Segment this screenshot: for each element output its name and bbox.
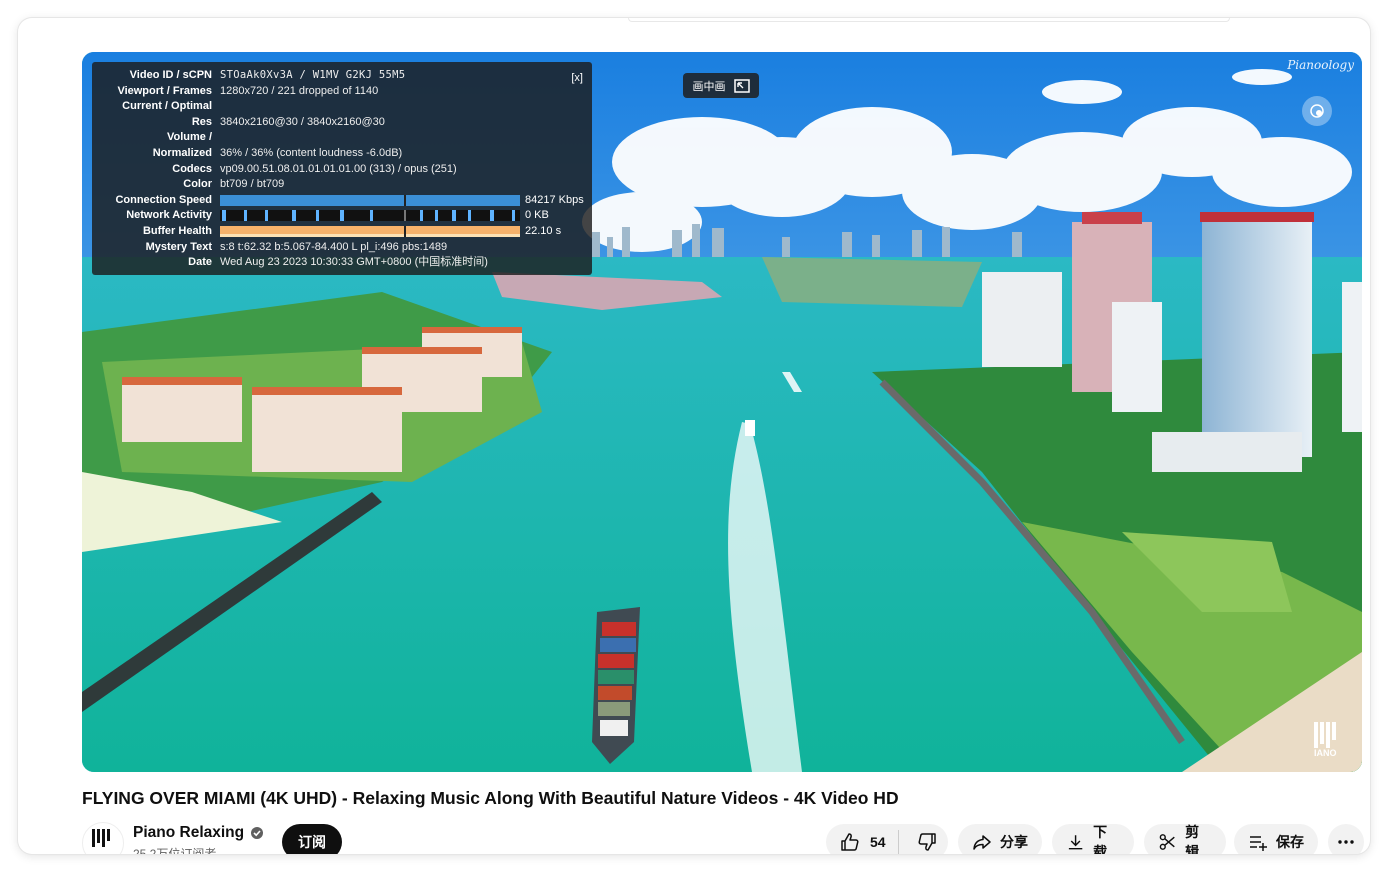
verified-badge-icon bbox=[251, 827, 264, 839]
thumbs-up-icon bbox=[841, 833, 859, 851]
save-button[interactable]: 保存 bbox=[1234, 824, 1318, 854]
like-button[interactable]: 54 bbox=[826, 824, 890, 854]
stats-row-res: Res 3840x2160@30 / 3840x2160@30 bbox=[191, 116, 385, 128]
pip-icon bbox=[733, 78, 750, 93]
connection-speed-graph bbox=[220, 195, 520, 206]
picture-in-picture-button[interactable]: 画中画 bbox=[683, 73, 759, 98]
stats-row-network-activity: Network Activity 0 KB bbox=[126, 209, 549, 221]
clip-label: 剪辑 bbox=[1185, 824, 1200, 854]
svg-text:IANO: IANO bbox=[1314, 748, 1337, 758]
video-title: FLYING OVER MIAMI (4K UHD) - Relaxing Mu… bbox=[82, 788, 899, 808]
subscriber-count: 25.2万位订阅者 bbox=[133, 847, 217, 854]
stats-row-connection-speed: Connection Speed 84217 Kbps bbox=[115, 194, 584, 206]
channel-name-text[interactable]: Piano Relaxing bbox=[133, 824, 244, 842]
browser-window: Pianoology 画中画 IANO [x] Video ID / sCPN … bbox=[18, 18, 1370, 854]
share-icon bbox=[973, 835, 991, 850]
stats-row-mystery-text: Mystery Text s:8 t:62.32 b:5.067-84.400 … bbox=[145, 241, 448, 253]
stats-row-normalized: Normalized 36% / 36% (content loudness -… bbox=[152, 147, 403, 159]
stats-row-date: Date Wed Aug 23 2023 10:30:33 GMT+0800 (… bbox=[188, 256, 488, 268]
subscribe-button[interactable]: 订阅 bbox=[282, 824, 342, 854]
scissors-icon bbox=[1159, 834, 1175, 850]
like-dislike-group: 54 bbox=[826, 824, 948, 854]
stats-row-codecs: Codecs vp09.00.51.08.01.01.01.01.00 (313… bbox=[172, 163, 457, 175]
clip-button[interactable]: 剪辑 bbox=[1144, 824, 1226, 854]
stats-row-video-id: Video ID / sCPN STOaAk0Xv3A / W1MV G2KJ … bbox=[129, 69, 406, 81]
pip-label: 画中画 bbox=[692, 80, 726, 93]
stats-row-volume: Volume / bbox=[166, 131, 212, 143]
more-horizontal-icon bbox=[1338, 840, 1354, 844]
playlist-add-icon bbox=[1250, 836, 1267, 851]
network-activity-graph bbox=[220, 210, 520, 221]
download-icon bbox=[1068, 835, 1083, 850]
buffer-health-graph bbox=[220, 226, 520, 237]
watermark-signature: Pianoology bbox=[1287, 58, 1354, 72]
like-divider bbox=[897, 830, 899, 854]
channel-avatar[interactable] bbox=[82, 822, 124, 854]
piano-logo: IANO bbox=[1312, 720, 1346, 758]
thumbs-down-icon bbox=[918, 833, 937, 851]
stats-row-current-optimal: Current / Optimal bbox=[122, 100, 212, 112]
stats-row-buffer-health: Buffer Health 22.10 s bbox=[142, 225, 562, 237]
share-label: 分享 bbox=[1000, 834, 1028, 850]
channel-name[interactable]: Piano Relaxing bbox=[133, 824, 264, 842]
save-label: 保存 bbox=[1276, 834, 1304, 850]
more-actions-button[interactable] bbox=[1328, 824, 1364, 854]
stats-row-viewport: Viewport / Frames 1280x720 / 221 dropped… bbox=[117, 85, 379, 97]
cast-icon[interactable] bbox=[1302, 96, 1332, 126]
video-player[interactable]: Pianoology 画中画 IANO [x] Video ID / sCPN … bbox=[82, 52, 1362, 772]
share-button[interactable]: 分享 bbox=[958, 824, 1042, 854]
search-bar-edge bbox=[628, 18, 1230, 22]
stats-row-color: Color bt709 / bt709 bbox=[183, 178, 285, 190]
dislike-button[interactable] bbox=[907, 824, 948, 854]
like-count: 54 bbox=[870, 834, 886, 850]
stats-for-nerds-panel: [x] Video ID / sCPN STOaAk0Xv3A / W1MV G… bbox=[92, 62, 592, 275]
download-button[interactable]: 下载 bbox=[1052, 824, 1134, 854]
download-label: 下载 bbox=[1093, 824, 1108, 854]
